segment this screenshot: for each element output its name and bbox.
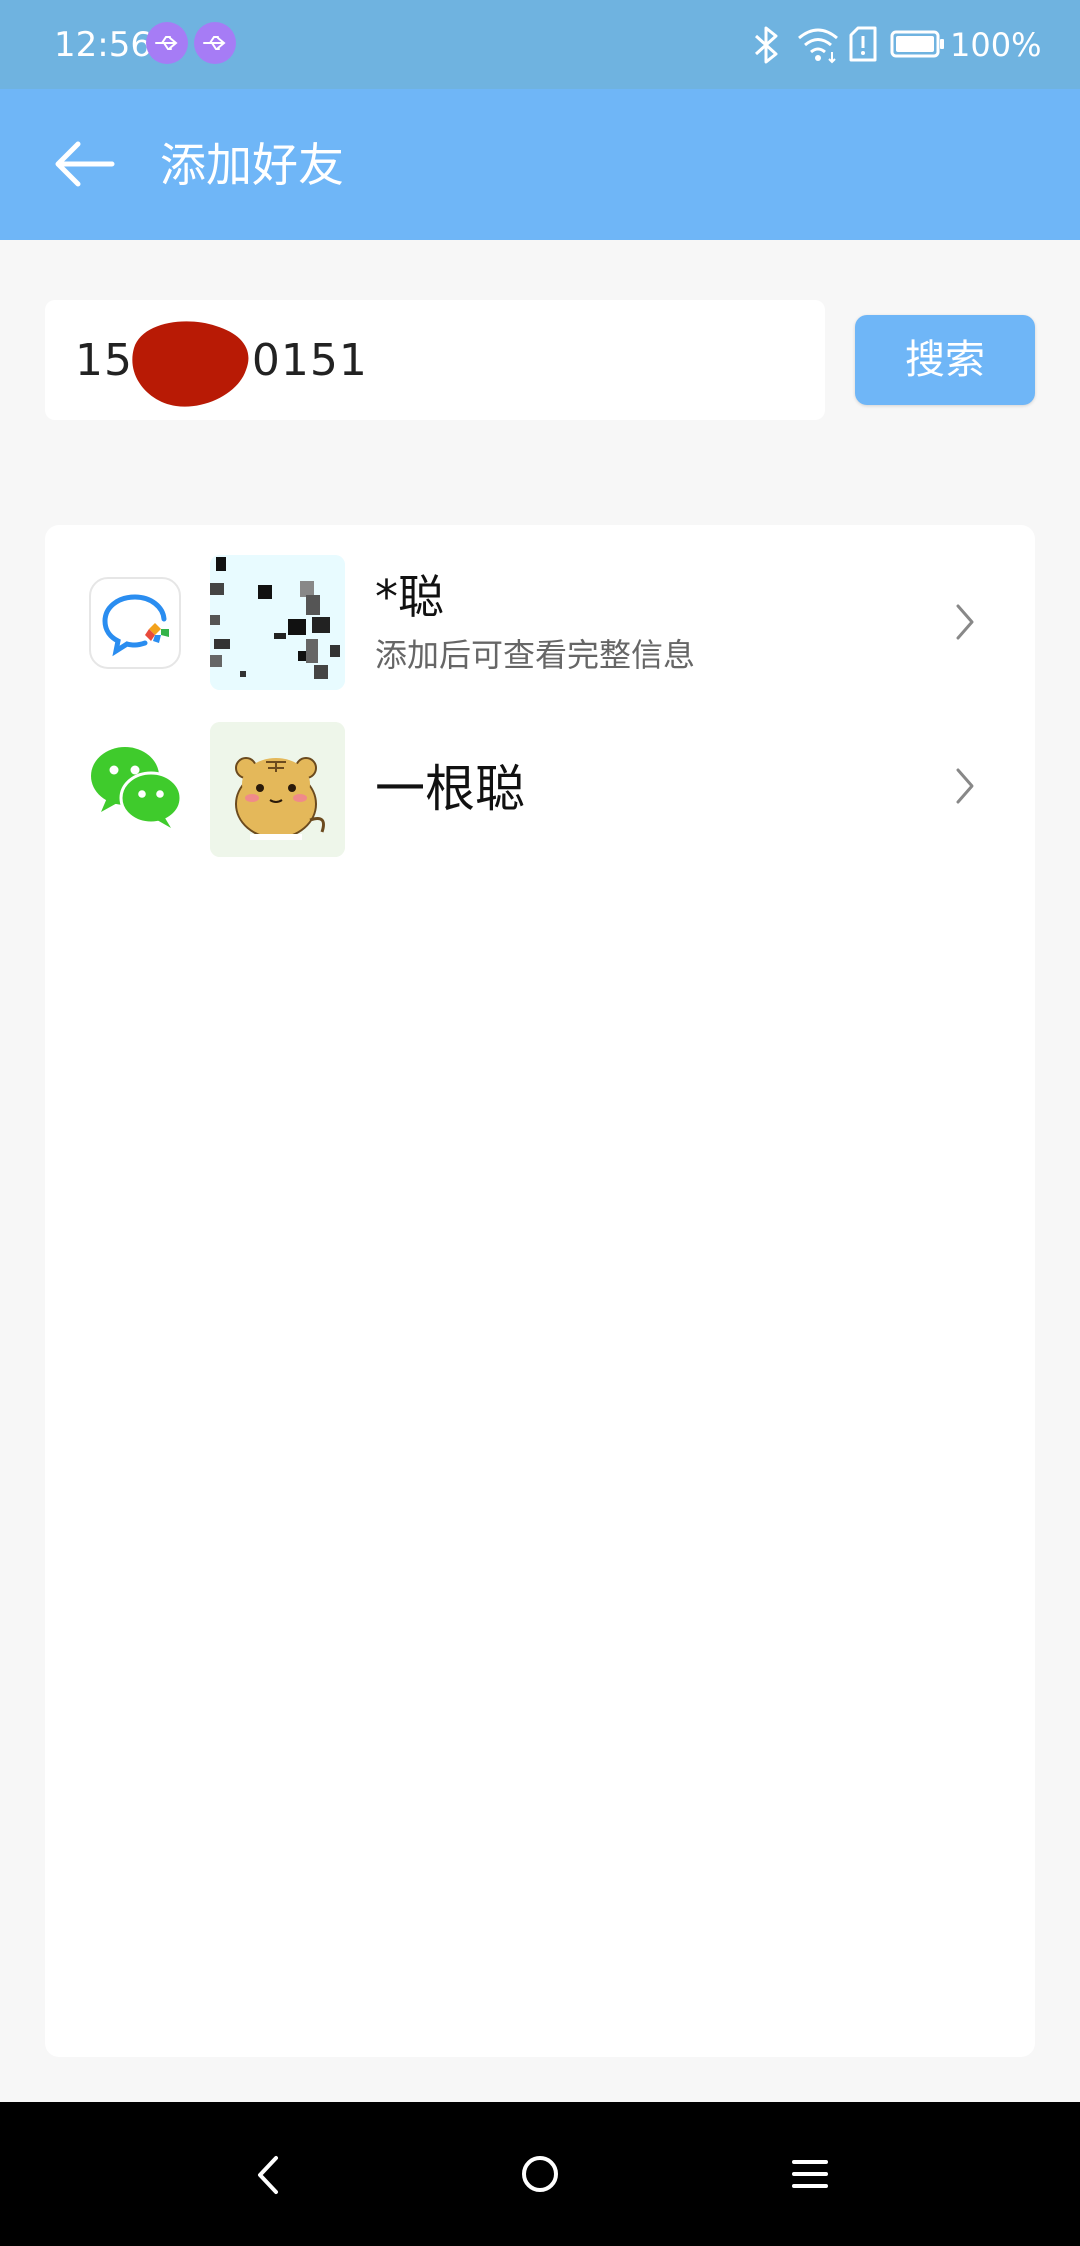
usb-icon	[146, 22, 188, 64]
search-input[interactable]: 155 0151	[45, 300, 825, 420]
result-name: 一根聪	[375, 760, 525, 818]
search-button[interactable]: 搜索	[855, 315, 1035, 405]
chevron-right-icon	[956, 604, 974, 640]
page-title: 添加好友	[160, 138, 344, 192]
nav-menu-icon[interactable]	[790, 2154, 830, 2194]
usb-icon	[194, 22, 236, 64]
app-bar: 添加好友	[0, 89, 1080, 240]
redaction-mark	[132, 321, 249, 407]
results-card: *聪 添加后可查看完整信息 一根聪	[45, 525, 1035, 2057]
arrow-left-icon	[55, 141, 115, 187]
chevron-right-icon	[956, 768, 974, 804]
avatar	[210, 722, 345, 857]
avatar	[210, 555, 345, 690]
battery-icon	[890, 30, 946, 62]
nav-back-icon[interactable]	[250, 2150, 286, 2200]
battery-percent: 100%	[950, 26, 1042, 64]
wechat-icon	[89, 740, 183, 832]
chat-app-icon	[89, 577, 181, 669]
status-bar: 12:56 100%	[0, 0, 1080, 89]
status-time: 12:56	[54, 25, 152, 65]
result-row-2[interactable]: 一根聪	[45, 720, 1035, 860]
nav-home-icon[interactable]	[518, 2152, 562, 2196]
wifi-icon	[796, 26, 840, 68]
result-row-1[interactable]: *聪 添加后可查看完整信息	[45, 555, 1035, 695]
navigation-bar	[0, 2102, 1080, 2246]
result-name: *聪	[375, 570, 444, 624]
sim-alert-icon	[848, 26, 878, 66]
bluetooth-icon	[752, 24, 780, 70]
result-hint: 添加后可查看完整信息	[375, 636, 696, 674]
back-button[interactable]	[50, 131, 122, 197]
